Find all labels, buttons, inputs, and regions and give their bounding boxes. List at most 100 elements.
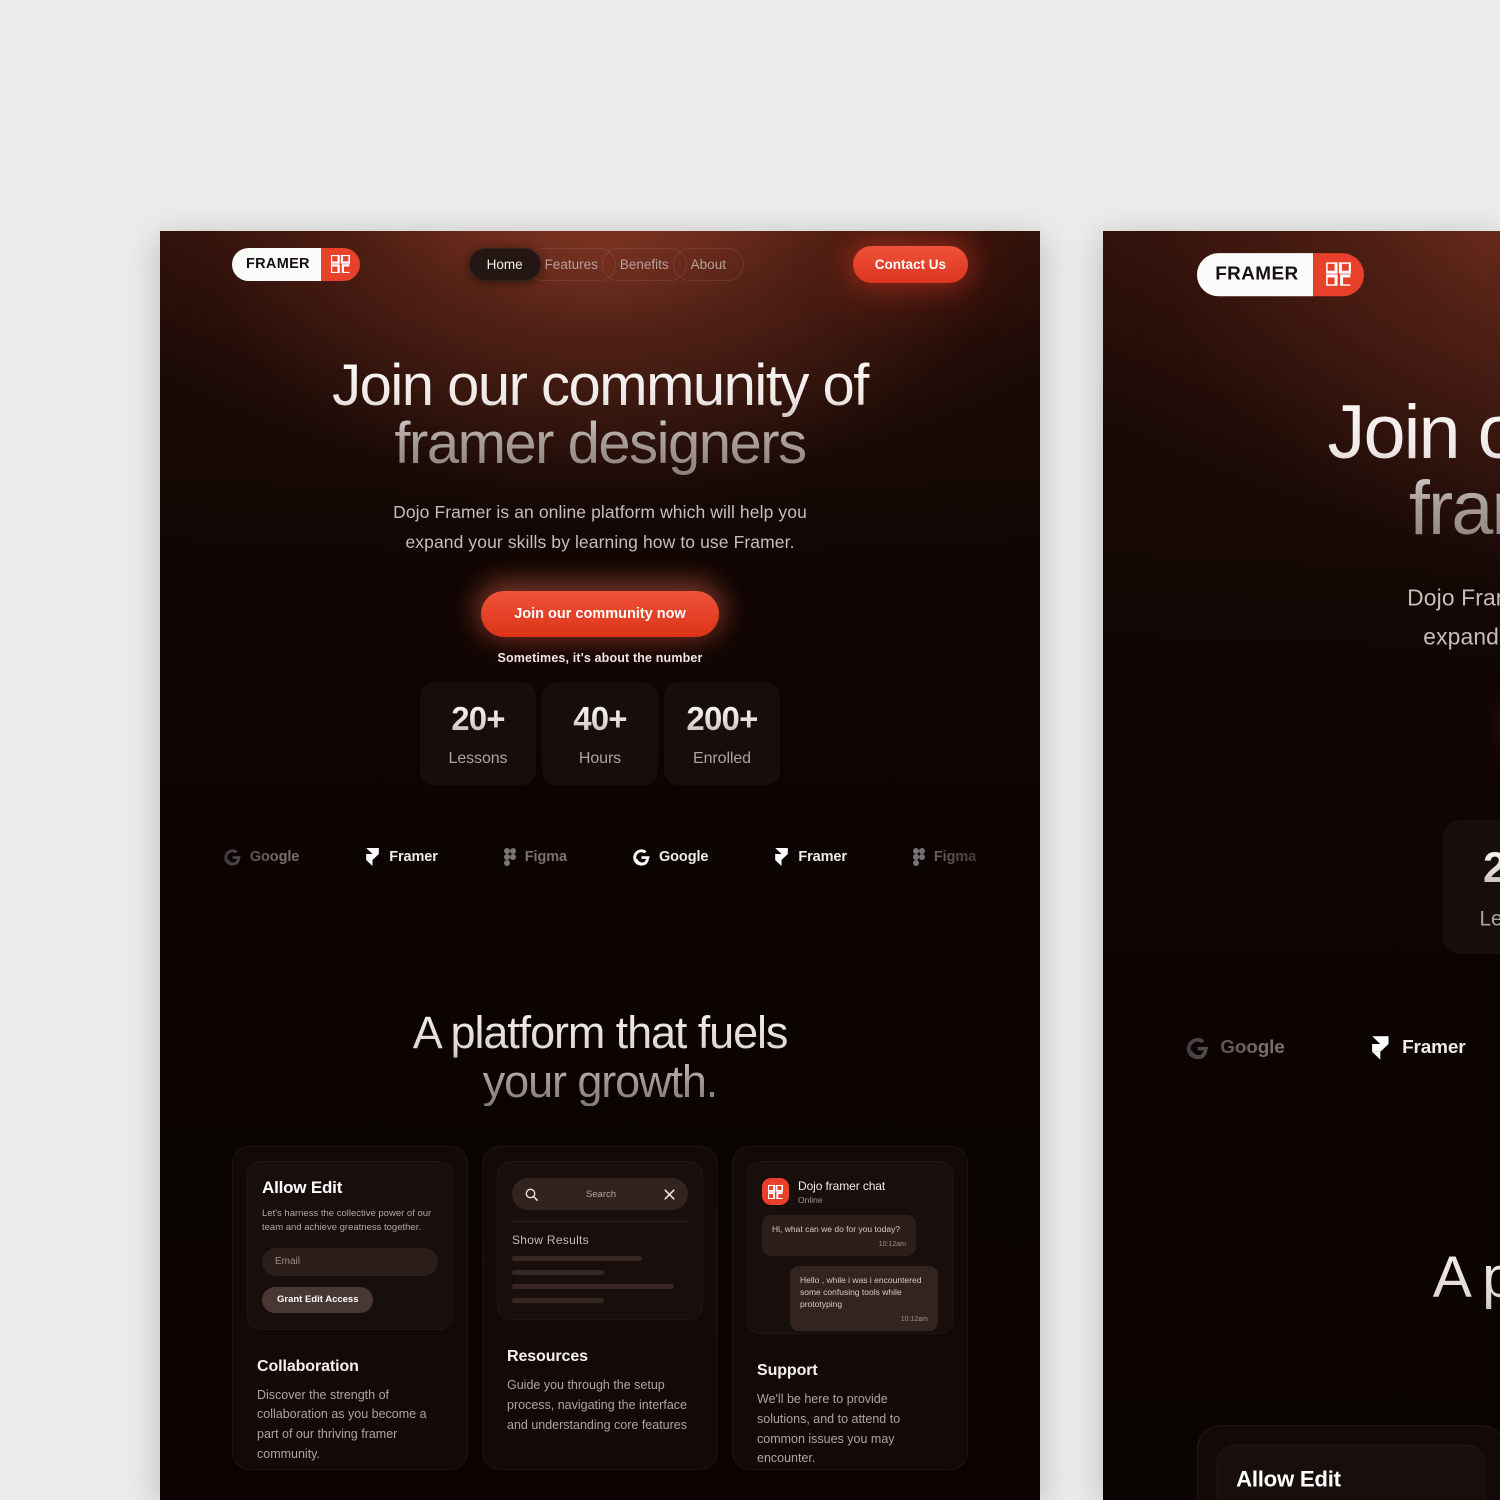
features-section-title: A platform that fuels your growth.	[160, 1009, 1040, 1106]
allow-edit-heading: Allow Edit	[1236, 1466, 1341, 1492]
hero-section-zoomed: Join our community of framer designers D…	[1103, 388, 1500, 761]
hero-subtitle: Dojo Framer is an online platform which …	[160, 497, 1040, 557]
figma-icon	[912, 848, 925, 866]
chat-message-user: Hello , while i was i encountered some c…	[790, 1266, 938, 1332]
landing-page-preview-zoomed: FRAMER Home F	[1103, 231, 1500, 1500]
skeleton-bar	[512, 1284, 674, 1289]
google-icon	[633, 848, 650, 866]
page-root: FRAMER Home Features Benefits About Cont…	[160, 231, 1040, 1500]
hero-subtitle-line-2: expand your skills by learning how to us…	[405, 532, 795, 553]
brand-framer-2: Framer	[774, 848, 847, 866]
hero-subtitle-line-2: expand your skills by learning how to us…	[1423, 623, 1500, 651]
chat-message-time: 10:12am	[878, 1241, 906, 1249]
search-widget: Search Show Results	[497, 1161, 703, 1320]
grant-edit-access-button[interactable]: Grant Edit Access	[262, 1286, 374, 1313]
allow-edit-widget: Allow Edit Let's harness the collective …	[1216, 1444, 1486, 1500]
nav-item-about[interactable]: About	[672, 247, 744, 281]
brand-logo[interactable]: FRAMER	[1196, 252, 1364, 296]
stat-label: Lessons	[448, 749, 508, 767]
chat-widget: Dojo framer chat Online Hi, what can we …	[747, 1161, 953, 1334]
hero-title: Join our community of framer designers	[160, 351, 1040, 475]
stat-card-hours: 40+ Hours	[542, 682, 658, 785]
card-footer: Support We'll be here to provide solutio…	[747, 1334, 953, 1469]
card-footer: Resources Guide you through the setup pr…	[497, 1320, 703, 1435]
brand-label: Figma	[933, 849, 977, 865]
allow-edit-description: Let's harness the collective power of ou…	[262, 1208, 432, 1233]
chat-avatar	[762, 1178, 789, 1205]
stat-card-lessons: 20+ Lessons	[420, 682, 536, 785]
hero-title-line-2: framer designers	[394, 411, 806, 476]
primary-nav: Home Features Benefits About	[1364, 253, 1500, 296]
stat-card-enrolled: 200+ Enrolled	[664, 682, 780, 785]
hero-title: Join our community of framer designers	[1103, 388, 1500, 550]
hero-subtitle-line-1: Dojo Framer is an online platform which …	[1407, 584, 1500, 611]
search-input-placeholder: Search	[585, 1188, 617, 1200]
features-title-line-2: your growth.	[1103, 1310, 1500, 1373]
email-input-placeholder: Email	[275, 1256, 301, 1268]
card-title: Collaboration	[257, 1357, 359, 1375]
brand-label: Google	[1220, 1037, 1285, 1059]
chat-status: Online	[798, 1194, 823, 1205]
hero-subtitle: Dojo Framer is an online platform which …	[1103, 578, 1500, 657]
hero-section: Join our community of framer designers D…	[160, 351, 1040, 638]
chat-header: Dojo framer chat Online	[762, 1178, 938, 1205]
chat-message-agent: Hi, what can we do for you today? 10:12a…	[762, 1215, 916, 1256]
framer-icon	[1372, 1036, 1389, 1060]
chat-title: Dojo framer chat	[798, 1178, 886, 1193]
logo-wordmark: FRAMER	[1196, 252, 1313, 296]
allow-edit-heading: Allow Edit	[262, 1178, 343, 1197]
landing-page-preview-desktop: FRAMER Home Features Benefits About Cont…	[160, 231, 1040, 1500]
search-bar[interactable]: Search	[512, 1178, 688, 1210]
feature-card-support: Dojo framer chat Online Hi, what can we …	[732, 1146, 968, 1470]
skeleton-bar	[512, 1256, 643, 1261]
brand-label: Google	[249, 849, 300, 865]
card-text: We'll be here to provide solutions, and …	[757, 1392, 901, 1466]
brand-google-1: Google	[224, 848, 300, 866]
feature-cards-zoomed: Allow Edit Let's harness the collective …	[1196, 1425, 1500, 1500]
features-title-line-2: your growth.	[482, 1055, 718, 1107]
magnifier-icon	[525, 1188, 538, 1201]
screenshot-canvas: FRAMER Home Features Benefits About Cont…	[0, 0, 1500, 1500]
site-header: FRAMER Home Features Benefits About Cont…	[160, 231, 1040, 297]
brand-label: Google	[659, 849, 709, 865]
skeleton-bar	[512, 1270, 604, 1275]
brand-framer-1: Framer	[365, 848, 438, 866]
logo-mark	[320, 247, 360, 281]
stat-value: 20+	[1483, 842, 1500, 892]
card-text: Discover the strength of collaboration a…	[257, 1387, 427, 1461]
framer-icon	[366, 848, 380, 866]
brand-logo-marquee: Google Framer Figma Google Framer Figma	[160, 831, 1040, 883]
skeleton-bar	[512, 1298, 604, 1303]
primary-nav: Home Features Benefits About	[360, 247, 853, 281]
x-close-icon[interactable]	[664, 1188, 675, 1200]
brand-label: Figma	[524, 849, 567, 865]
hero-title-line-1: Join our community of	[332, 353, 868, 418]
brand-logo[interactable]: FRAMER	[232, 247, 360, 281]
contact-us-button[interactable]: Contact Us	[852, 245, 968, 283]
features-title-line-1: A platform that fuels	[1432, 1243, 1468, 1311]
dojo-squares-icon	[1325, 262, 1351, 286]
brand-google-1: Google	[1186, 1037, 1285, 1059]
nav-item-home[interactable]: Home	[468, 247, 541, 281]
join-community-button[interactable]: Join our community now	[481, 591, 719, 638]
features-section-title-zoomed: A platform that fuels your growth.	[1103, 1246, 1500, 1373]
logo-wordmark: FRAMER	[232, 247, 321, 281]
show-results-label: Show Results	[512, 1233, 589, 1247]
stat-value: 20+	[451, 699, 505, 737]
email-input[interactable]: Email	[262, 1247, 438, 1276]
divider	[512, 1221, 688, 1222]
feature-cards: Allow Edit Let's harness the collective …	[232, 1146, 968, 1470]
chat-message-text: Hi, what can we do for you today?	[772, 1224, 901, 1234]
card-text: Guide you through the setup process, nav…	[507, 1378, 687, 1432]
hero-title-line-1: Join our community of	[1327, 390, 1459, 476]
stat-label: Enrolled	[693, 749, 751, 767]
chat-message-time: 10:12am	[900, 1316, 928, 1324]
brand-logo-marquee-zoomed: Google Framer Figma	[1103, 1014, 1500, 1082]
brand-label: Framer	[798, 849, 847, 865]
google-icon	[1186, 1037, 1208, 1059]
brand-figma-1: Figma	[503, 848, 567, 866]
brand-label: Framer	[1402, 1037, 1466, 1059]
stats-section: Sometimes, it's about the number 20+ Les…	[160, 651, 1040, 785]
brand-figma-2: Figma	[912, 848, 977, 866]
brand-label: Framer	[389, 849, 438, 865]
